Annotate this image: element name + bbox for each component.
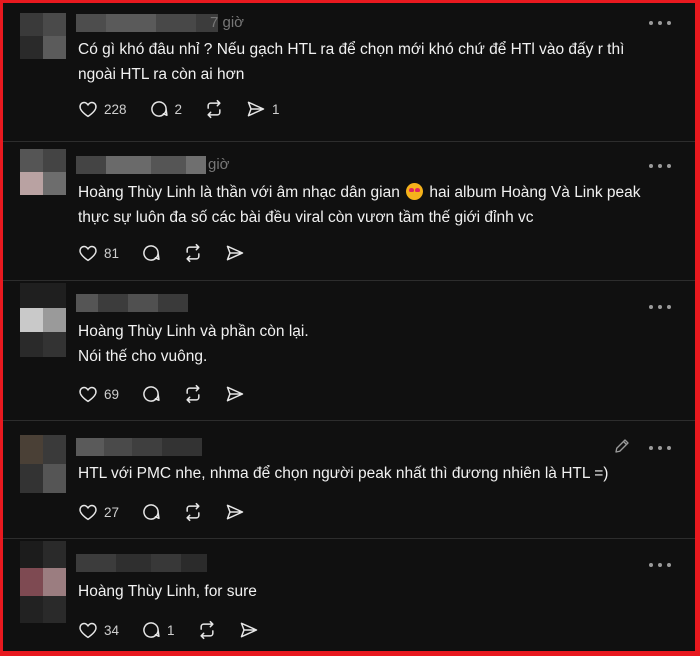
post-text: HTL với PMC nhe, nhma để chọn người peak… bbox=[78, 465, 609, 482]
like-button[interactable]: 69 bbox=[78, 385, 119, 403]
post-text: Hoàng Thùy Linh và phần còn lại. Nói thế… bbox=[78, 323, 309, 365]
avatar[interactable] bbox=[20, 435, 66, 493]
repost-icon bbox=[186, 502, 200, 522]
comment-icon bbox=[143, 245, 160, 261]
action-bar: 69 bbox=[78, 383, 267, 405]
action-bar: 27 bbox=[78, 501, 267, 523]
more-options-icon[interactable] bbox=[649, 18, 671, 28]
repost-button[interactable] bbox=[183, 502, 203, 522]
like-button[interactable]: 81 bbox=[78, 244, 119, 262]
username-blurred[interactable] bbox=[76, 294, 188, 312]
more-options-icon[interactable] bbox=[649, 443, 671, 453]
comment-button[interactable]: 2 bbox=[149, 99, 183, 119]
heart-icon bbox=[79, 101, 97, 118]
repost-icon bbox=[186, 243, 200, 263]
reply-post: Hoàng Thùy Linh, for sure 34 1 bbox=[3, 539, 695, 651]
comment-icon bbox=[143, 386, 160, 402]
heart-eyes-emoji-icon bbox=[406, 183, 424, 200]
post-text: Hoàng Thùy Linh, for sure bbox=[78, 583, 257, 600]
edit-pencil-icon[interactable] bbox=[613, 437, 631, 455]
share-button[interactable] bbox=[225, 243, 245, 263]
heart-icon bbox=[79, 245, 97, 262]
reply-post: Hoàng Thùy Linh và phần còn lại. Nói thế… bbox=[3, 281, 695, 419]
username-blurred[interactable] bbox=[76, 14, 218, 32]
comment-icon bbox=[150, 101, 168, 117]
thread-replies-panel: 7 giờ Có gì khó đâu nhỉ ? Nếu gạch HTL r… bbox=[3, 3, 695, 651]
share-button[interactable] bbox=[225, 502, 245, 522]
post-time: 7 giờ bbox=[210, 14, 245, 31]
post-time: giờ bbox=[208, 156, 230, 173]
repost-button[interactable] bbox=[197, 620, 217, 640]
like-count: 81 bbox=[104, 245, 120, 261]
post-text: Hoàng Thùy Linh là thần với âm nhạc dân … bbox=[78, 180, 678, 230]
action-bar: 34 1 bbox=[78, 619, 281, 641]
repost-icon bbox=[207, 99, 221, 119]
reply-post: giờ Hoàng Thùy Linh là thần với âm nhạc … bbox=[3, 142, 695, 280]
heart-icon bbox=[79, 386, 97, 403]
like-count: 34 bbox=[104, 622, 120, 638]
like-count: 228 bbox=[104, 101, 127, 117]
more-options-icon[interactable] bbox=[649, 560, 671, 570]
comment-icon bbox=[143, 622, 160, 638]
repost-icon bbox=[199, 620, 214, 640]
comment-count: 2 bbox=[174, 101, 183, 117]
avatar[interactable] bbox=[20, 149, 66, 195]
like-count: 27 bbox=[104, 504, 120, 520]
comment-button[interactable] bbox=[141, 243, 161, 263]
avatar[interactable] bbox=[20, 13, 66, 59]
repost-button[interactable] bbox=[204, 99, 224, 119]
share-button[interactable] bbox=[225, 384, 245, 404]
comment-button[interactable] bbox=[141, 502, 161, 522]
like-count: 69 bbox=[104, 386, 120, 402]
post-text-part: Hoàng Thùy Linh là thần với âm nhạc dân … bbox=[78, 184, 405, 201]
username-blurred[interactable] bbox=[76, 438, 202, 456]
share-count: 1 bbox=[272, 101, 280, 117]
heart-icon bbox=[79, 504, 97, 521]
repost-button[interactable] bbox=[183, 243, 203, 263]
send-icon bbox=[240, 622, 257, 638]
reply-post: HTL với PMC nhe, nhma để chọn người peak… bbox=[3, 421, 695, 539]
comment-button[interactable] bbox=[141, 384, 161, 404]
more-options-icon[interactable] bbox=[649, 161, 671, 171]
send-icon bbox=[247, 101, 265, 117]
post-text: Có gì khó đâu nhỉ ? Nếu gạch HTL ra để c… bbox=[78, 41, 625, 83]
avatar[interactable] bbox=[20, 283, 66, 357]
send-icon bbox=[226, 504, 244, 520]
action-bar: 228 2 1 bbox=[78, 98, 302, 120]
username-blurred[interactable] bbox=[76, 554, 207, 572]
avatar[interactable] bbox=[20, 541, 66, 623]
reply-post: 7 giờ Có gì khó đâu nhỉ ? Nếu gạch HTL r… bbox=[3, 3, 695, 141]
more-options-icon[interactable] bbox=[649, 302, 671, 312]
repost-button[interactable] bbox=[183, 384, 203, 404]
share-button[interactable] bbox=[239, 620, 259, 640]
like-button[interactable]: 34 bbox=[78, 621, 119, 639]
like-button[interactable]: 27 bbox=[78, 503, 119, 521]
send-icon bbox=[226, 386, 244, 402]
username-blurred[interactable] bbox=[76, 156, 206, 174]
like-button[interactable]: 228 bbox=[78, 100, 127, 118]
share-button[interactable]: 1 bbox=[246, 99, 280, 119]
action-bar: 81 bbox=[78, 242, 267, 264]
heart-icon bbox=[79, 622, 97, 639]
comment-button[interactable]: 1 bbox=[141, 620, 175, 640]
comment-icon bbox=[143, 504, 160, 520]
send-icon bbox=[226, 245, 244, 261]
repost-icon bbox=[186, 384, 200, 404]
comment-count: 1 bbox=[167, 622, 175, 638]
